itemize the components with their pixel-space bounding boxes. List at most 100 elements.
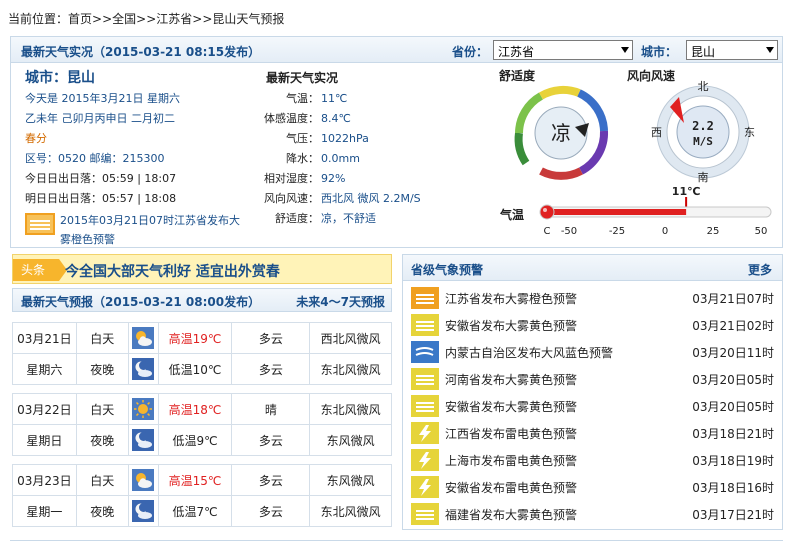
partly-cloudy-icon: [132, 469, 155, 491]
fog-warning-icon: [411, 503, 439, 525]
forecast-weekday: 星期日: [12, 424, 77, 456]
breadcrumb-sep: >>: [92, 12, 113, 26]
forecast-low-temp: 低温7℃: [157, 495, 233, 527]
forecast-weather: 多云: [231, 322, 311, 354]
warning-item[interactable]: 安徽省发布雷电黄色预警 03月18日16时: [411, 474, 776, 500]
warning-name: 内蒙古自治区发布大风蓝色预警: [445, 346, 614, 360]
province-select-value: 江苏省: [498, 45, 535, 59]
forecast-weather: 晴: [231, 393, 311, 425]
sun-tomorrow: 明日日出日落：05:57 | 18:08: [25, 192, 177, 205]
city-select[interactable]: 昆山: [686, 40, 778, 60]
forecast-more-link[interactable]: 未来4～7天预报: [296, 293, 385, 310]
forecast-wind: 东风微风: [309, 424, 392, 456]
forecast-period: 白天: [75, 322, 129, 354]
current-weather-panel: 最新天气实况（2015-03-21 08:15发布） 省份： 江苏省 城市： 昆…: [10, 36, 783, 248]
headline-banner[interactable]: 头条 今全国大部天气利好 适宜出外赏春: [12, 254, 392, 284]
observation-row: 体感温度： 8.4℃: [259, 109, 459, 129]
thermometer-tick-label: -50: [561, 226, 577, 237]
warnings-panel: 省级气象预警 更多 江苏省发布大雾橙色预警 03月21日07时 安徽省发布大雾黄色预…: [402, 254, 783, 530]
forecast-date: 03月23日: [12, 464, 77, 496]
forecast-wind: 东北风微风: [309, 353, 392, 385]
forecast-weather: 多云: [231, 424, 311, 456]
observation-row: 气温： 11℃: [259, 89, 459, 109]
warnings-header: 省级气象预警 更多: [403, 255, 782, 281]
lightning-warning-icon: [411, 422, 439, 444]
thermometer-tick-label: -25: [609, 226, 625, 237]
observation-key: 舒适度：: [275, 212, 319, 225]
observation-key: 气压：: [286, 132, 319, 145]
sun-today: 今日日出日落：05:59 | 18:07: [25, 172, 177, 185]
thermometer-current: 11℃: [672, 185, 701, 198]
forecast-day-row: 03月22日 白天 高温18℃ 晴东北风微风: [12, 393, 392, 425]
comfort-arc-yellow: [538, 85, 581, 100]
comfort-arc-red: [539, 167, 583, 180]
thermometer-unit: C: [544, 226, 551, 237]
forecast-day-table: 03月21日 白天 高温19℃ 多云 西北风微风 星期六 夜晚 低温10℃ 多云 东北风微风: [12, 322, 392, 385]
breadcrumb-national[interactable]: 全国: [112, 12, 136, 26]
forecast-day-table: 03月23日 白天 高温15℃ 多云 东风微风 星期一 夜晚 低温7℃ 多云 东北风微风: [12, 464, 392, 527]
forecast-title: 最新天气预报（2015-03-21 08:00发布）: [21, 295, 261, 309]
forecast-weekday: 星期六: [12, 353, 77, 385]
comfort-title: 舒适度: [499, 69, 536, 83]
observation-key: 相对湿度：: [264, 172, 319, 185]
province-label: 省份：: [452, 45, 489, 59]
warning-item[interactable]: 安徽省发布大雾黄色预警 03月20日05时: [411, 393, 776, 419]
warning-item[interactable]: 福建省发布大雾黄色预警 03月17日21时: [411, 501, 776, 527]
forecast-icon-cell: [127, 322, 159, 354]
comfort-arc-green: [514, 132, 530, 166]
observation-value: 西北风 微风 2.2M/S: [321, 192, 421, 205]
warning-item[interactable]: 安徽省发布大雾黄色预警 03月21日02时: [411, 312, 776, 338]
lightning-warning-icon: [411, 449, 439, 471]
thermometer-ticks: -50 -25 0 25 50: [561, 226, 768, 237]
divider: [10, 540, 783, 547]
warning-item[interactable]: 内蒙古自治区发布大风蓝色预警 03月20日11时: [411, 339, 776, 365]
moon-cloud-icon: [132, 500, 155, 522]
comfort-value: 凉: [551, 121, 571, 145]
fog-warning-icon: [411, 395, 439, 417]
forecast-icon-cell: [127, 393, 159, 425]
thermometer-fill: [547, 209, 687, 215]
warning-name: 安徽省发布大雾黄色预警: [445, 400, 578, 414]
city-label: 城市：: [641, 45, 678, 59]
observation-panel: 最新天气实况 气温： 11℃ 体感温度： 8.4℃ 气压： 1022hPa 降水： 0.0mm…: [259, 67, 459, 229]
warning-item[interactable]: 河南省发布大雾黄色预警 03月20日05时: [411, 366, 776, 392]
breadcrumb-sep: >>: [136, 12, 157, 26]
thermometer-bulb: [539, 204, 555, 220]
wind-speed: 2.2: [692, 119, 714, 133]
forecast-wind: 东北风微风: [309, 393, 392, 425]
current-alert-text: 2015年03月21日07时江苏省发布大雾橙色预警: [60, 214, 240, 246]
observation-value: 1022hPa: [321, 132, 369, 145]
forecast-period: 白天: [75, 464, 129, 496]
breadcrumb-province[interactable]: 江苏省: [156, 12, 192, 26]
forecast-high-temp: 高温18℃: [157, 393, 233, 425]
warning-item[interactable]: 江苏省发布大雾橙色预警 03月21日07时: [411, 285, 776, 311]
sun-icon: [132, 398, 155, 420]
forecast-high-temp: 高温19℃: [157, 322, 233, 354]
province-select[interactable]: 江苏省: [493, 40, 633, 60]
wind-unit: M/S: [693, 135, 713, 148]
warnings-more-link[interactable]: 更多: [748, 261, 772, 278]
fog-warning-icon: [25, 213, 55, 235]
thermometer-bulb-shine: [543, 208, 547, 212]
forecast-wind: 西北风微风: [309, 322, 392, 354]
warning-time: 03月20日05时: [692, 400, 774, 414]
warning-item[interactable]: 江西省发布雷电黄色预警 03月18日21时: [411, 420, 776, 446]
city-select-value: 昆山: [691, 45, 716, 59]
warning-item[interactable]: 上海市发布雷电黄色预警 03月18日19时: [411, 447, 776, 473]
headline-text: 今全国大部天气利好 适宜出外赏春: [65, 264, 280, 280]
thermometer-title: 气温: [500, 208, 525, 222]
forecast-icon-cell: [127, 464, 159, 496]
forecast-weather: 多云: [231, 353, 311, 385]
forecast-date: 03月21日: [12, 322, 77, 354]
breadcrumb-home[interactable]: 首页: [68, 12, 92, 26]
thermometer: 11℃ C -50 -25 0 25 50: [539, 185, 772, 237]
area-codes: 区号：0520 邮编：215300: [25, 152, 165, 165]
forecast-weekday: 星期一: [12, 495, 77, 527]
forecast-wind: 东北风微风: [309, 495, 392, 527]
current-alert[interactable]: 2015年03月21日07时江苏省发布大雾橙色预警: [25, 211, 255, 249]
city-info: 城市：昆山 今天是 2015年3月21日 星期六 乙未年 己卯月丙申日 二月初二…: [25, 67, 255, 249]
forecast-night-row: 星期日 夜晚 低温9℃ 多云 东风微风: [12, 424, 392, 456]
forecast-weather: 多云: [231, 464, 311, 496]
breadcrumb: 当前位置：首页>>全国>>江苏省>>昆山天气预报: [8, 10, 284, 27]
warning-time: 03月21日07时: [692, 292, 774, 306]
